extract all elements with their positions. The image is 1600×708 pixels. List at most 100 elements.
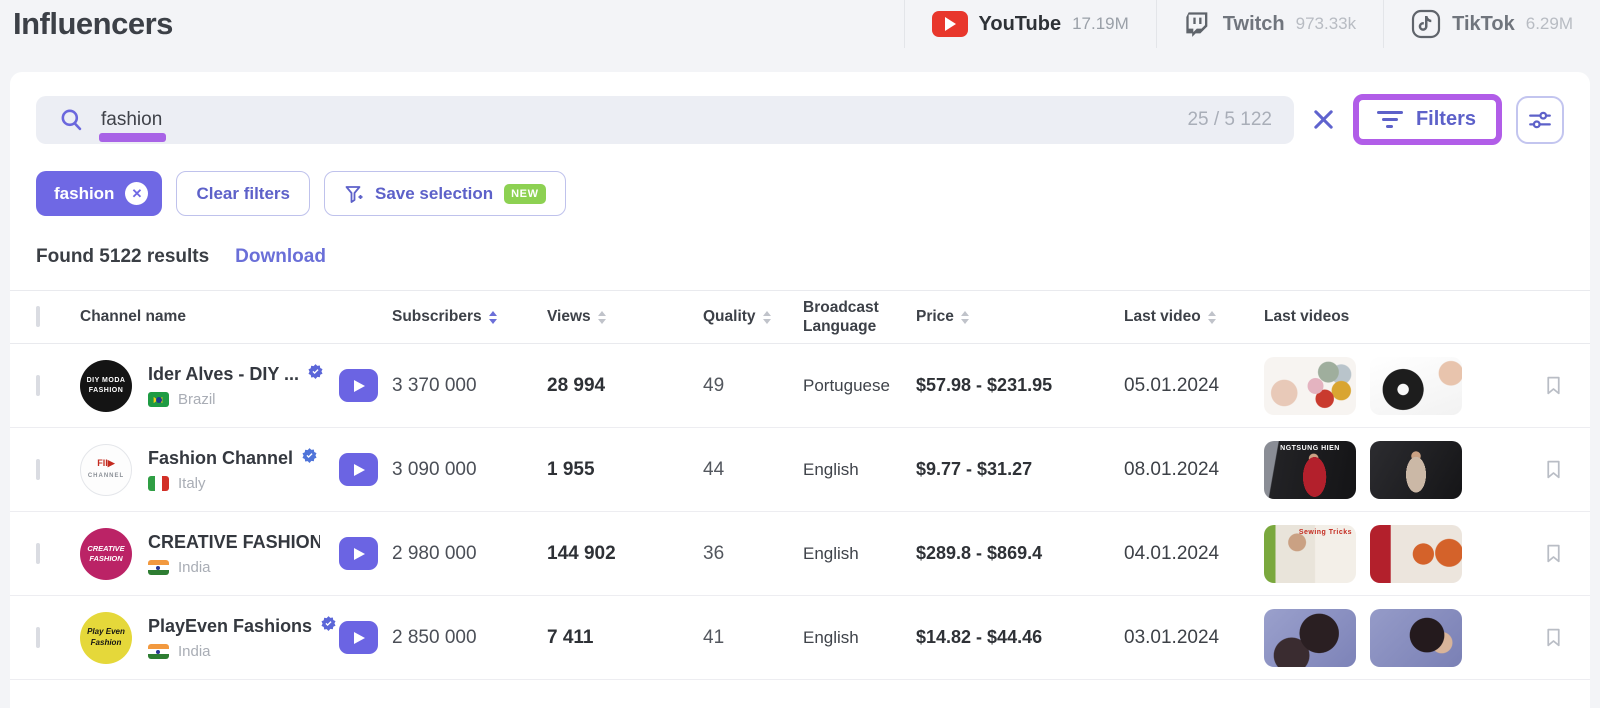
table-row: Play Even Fashion PlayEven Fashions Indi… xyxy=(10,596,1590,680)
new-badge: NEW xyxy=(504,184,545,204)
play-channel-button[interactable] xyxy=(339,537,378,570)
country-label: Brazil xyxy=(178,391,216,408)
views-value: 144 902 xyxy=(547,543,703,565)
avatar[interactable]: DIY MODA FASHION xyxy=(80,360,132,412)
bookmark-icon[interactable] xyxy=(1543,627,1564,648)
video-thumbnail[interactable] xyxy=(1370,525,1462,583)
video-thumbnail[interactable]: NGTSUNG HIEN xyxy=(1264,441,1356,499)
language-value: English xyxy=(803,460,916,480)
tab-youtube[interactable]: YouTube 17.19M xyxy=(904,0,1156,48)
video-thumbnail[interactable] xyxy=(1370,609,1462,667)
play-channel-button[interactable] xyxy=(339,621,378,654)
price-value: $14.82 - $44.46 xyxy=(916,627,1124,648)
select-all-checkbox[interactable] xyxy=(36,306,40,327)
price-value: $289.8 - $869.4 xyxy=(916,543,1124,564)
table-row: CREATIVE FASHION CREATIVE FASHION India … xyxy=(10,512,1590,596)
tab-tiktok[interactable]: TikTok 6.29M xyxy=(1383,0,1600,48)
funnel-plus-icon xyxy=(344,184,364,204)
tab-twitch[interactable]: Twitch 973.33k xyxy=(1156,0,1383,48)
video-thumbnail[interactable] xyxy=(1264,357,1356,415)
header-views[interactable]: Views xyxy=(547,308,703,326)
verified-badge-icon xyxy=(301,447,318,469)
video-thumbnail[interactable] xyxy=(1264,609,1356,667)
quality-value: 41 xyxy=(703,627,803,649)
video-thumbnail[interactable] xyxy=(1370,441,1462,499)
table-row: DIY MODA FASHION Ider Alves - DIY ... Br… xyxy=(10,344,1590,428)
video-thumbnail[interactable] xyxy=(1370,357,1462,415)
sort-icon-views[interactable] xyxy=(598,311,606,324)
row-checkbox[interactable] xyxy=(36,375,40,396)
row-checkbox[interactable] xyxy=(36,459,40,480)
price-value: $9.77 - $31.27 xyxy=(916,459,1124,480)
language-value: English xyxy=(803,544,916,564)
filter-lines-icon xyxy=(1377,111,1403,128)
row-checkbox[interactable] xyxy=(36,627,40,648)
search-row: fashion 25 / 5 122 Filters xyxy=(10,72,1590,145)
bookmark-icon[interactable] xyxy=(1543,375,1564,396)
clear-filters-label: Clear filters xyxy=(196,184,290,204)
content-card: fashion 25 / 5 122 Filters fashion ✕ Cle… xyxy=(10,72,1590,708)
channel-name[interactable]: CREATIVE FASHION xyxy=(148,532,320,553)
language-value: Portuguese xyxy=(803,376,916,396)
table-header: Channel name Subscribers Views Quality B… xyxy=(10,290,1590,344)
tiktok-icon xyxy=(1411,9,1441,39)
header-channel-name: Channel name xyxy=(80,308,392,326)
last-video-date: 05.01.2024 xyxy=(1124,375,1264,397)
flag-italy-icon xyxy=(148,476,169,491)
header-last-video[interactable]: Last video xyxy=(1124,308,1264,326)
sort-icon-subscribers[interactable] xyxy=(489,311,497,324)
play-channel-button[interactable] xyxy=(339,369,378,402)
platform-tabs: YouTube 17.19M Twitch 973.33k TikTok 6.2… xyxy=(904,0,1600,48)
views-value: 28 994 xyxy=(547,375,703,397)
download-link[interactable]: Download xyxy=(235,246,326,268)
quality-value: 49 xyxy=(703,375,803,397)
filter-chip-fashion[interactable]: fashion ✕ xyxy=(36,171,162,216)
channel-name[interactable]: Fashion Channel xyxy=(148,448,293,469)
bookmark-icon[interactable] xyxy=(1543,459,1564,480)
avatar[interactable]: CREATIVE FASHION xyxy=(80,528,132,580)
table-row: FII▶CHANNEL Fashion Channel Italy 3 090 … xyxy=(10,428,1590,512)
sort-icon-price[interactable] xyxy=(961,311,969,324)
filter-chip-label: fashion xyxy=(54,184,114,204)
row-checkbox[interactable] xyxy=(36,543,40,564)
results-summary-row: Found 5122 results Download xyxy=(10,216,1590,290)
play-channel-button[interactable] xyxy=(339,453,378,486)
header-quality[interactable]: Quality xyxy=(703,308,803,326)
save-selection-label: Save selection xyxy=(375,184,493,204)
flag-brazil-icon xyxy=(148,392,169,407)
quality-value: 44 xyxy=(703,459,803,481)
tab-twitch-label: Twitch xyxy=(1223,13,1285,36)
flag-india-icon xyxy=(148,644,169,659)
language-value: English xyxy=(803,628,916,648)
header-subscribers[interactable]: Subscribers xyxy=(392,308,547,326)
country-label: Italy xyxy=(178,475,206,492)
advanced-filters-button[interactable] xyxy=(1516,96,1564,144)
header-price[interactable]: Price xyxy=(916,308,1124,326)
sort-icon-last-video[interactable] xyxy=(1208,311,1216,324)
clear-filters-button[interactable]: Clear filters xyxy=(176,171,310,216)
avatar[interactable]: FII▶CHANNEL xyxy=(80,444,132,496)
video-thumbnail[interactable]: Sewing Tricks xyxy=(1264,525,1356,583)
channel-name[interactable]: Ider Alves - DIY ... xyxy=(148,364,299,385)
last-video-date: 04.01.2024 xyxy=(1124,543,1264,565)
results-counter: 25 / 5 122 xyxy=(1187,109,1272,131)
found-results-text: Found 5122 results xyxy=(36,246,209,268)
avatar[interactable]: Play Even Fashion xyxy=(80,612,132,664)
views-value: 1 955 xyxy=(547,459,703,481)
quality-value: 36 xyxy=(703,543,803,565)
subscribers-value: 3 370 000 xyxy=(392,375,547,397)
search-input[interactable]: fashion 25 / 5 122 xyxy=(36,96,1294,144)
subscribers-value: 2 850 000 xyxy=(392,627,547,649)
header-broadcast-language: Broadcast Language xyxy=(803,298,916,337)
verified-badge-icon xyxy=(307,363,324,385)
verified-badge-icon xyxy=(320,615,337,637)
sort-icon-quality[interactable] xyxy=(763,311,771,324)
filters-button[interactable]: Filters xyxy=(1353,94,1502,145)
channel-name[interactable]: PlayEven Fashions xyxy=(148,616,312,637)
clear-search-icon[interactable] xyxy=(1312,108,1335,131)
price-value: $57.98 - $231.95 xyxy=(916,375,1124,396)
save-selection-button[interactable]: Save selection NEW xyxy=(324,171,566,216)
country-label: India xyxy=(178,643,211,660)
bookmark-icon[interactable] xyxy=(1543,543,1564,564)
remove-filter-icon[interactable]: ✕ xyxy=(125,182,148,205)
